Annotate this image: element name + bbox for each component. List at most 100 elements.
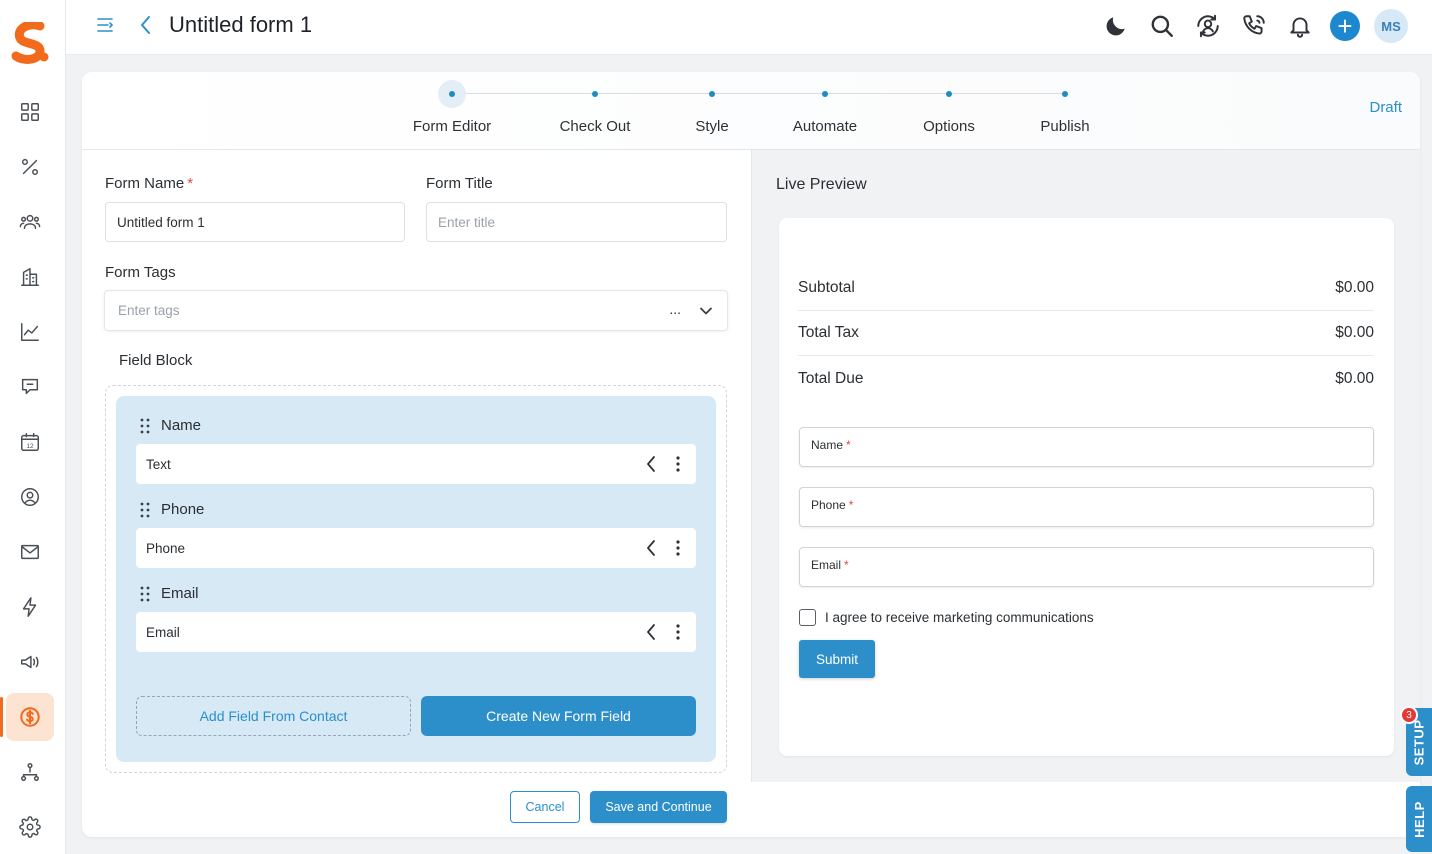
consent-checkbox[interactable] — [799, 609, 816, 626]
step-options[interactable]: Options — [899, 72, 999, 150]
step-check-out[interactable]: Check Out — [545, 72, 645, 150]
step-automate[interactable]: Automate — [775, 72, 875, 150]
help-tab[interactable]: HELP — [1406, 786, 1432, 852]
bell-icon — [1290, 17, 1310, 38]
drag-handle-icon[interactable] — [140, 586, 150, 602]
marketing-consent[interactable]: I agree to receive marketing communicati… — [799, 609, 1094, 626]
step-marker — [1051, 80, 1079, 108]
dark-mode-button[interactable] — [1100, 9, 1132, 43]
summary-label: Total Due — [798, 369, 864, 387]
bolt-icon — [22, 597, 37, 617]
nav-settings[interactable] — [6, 803, 54, 851]
nav-users[interactable] — [6, 198, 54, 246]
form-title-label: Form Title — [426, 175, 493, 192]
building-icon — [21, 268, 39, 286]
field-title-phone: Phone — [161, 501, 205, 518]
preview-phone-input[interactable]: Phone * — [799, 487, 1374, 527]
nav-automation[interactable] — [6, 583, 54, 631]
nav-conversations[interactable] — [6, 363, 54, 411]
chevron-left-icon[interactable] — [644, 539, 658, 557]
summary-row-total-due: Total Due $0.00 — [798, 356, 1374, 401]
nav-building[interactable] — [6, 253, 54, 301]
brand-logo[interactable] — [10, 22, 50, 66]
setup-tab-label: SETUP — [1411, 719, 1427, 765]
nav-marketing[interactable] — [6, 638, 54, 686]
form-title-input[interactable]: Enter title — [426, 202, 727, 242]
nav-email[interactable] — [6, 528, 54, 576]
form-tags-input[interactable]: Enter tags ... — [104, 290, 728, 331]
notifications-button[interactable] — [1284, 9, 1316, 43]
field-block-inner: Name Text Phone Phone Email Email Add Fi… — [116, 396, 716, 762]
step-style[interactable]: Style — [662, 72, 762, 150]
step-marker — [935, 80, 963, 108]
step-label: Options — [923, 118, 975, 135]
summary-row-total-tax: Total Tax $0.00 — [798, 311, 1374, 356]
more-vertical-icon[interactable] — [674, 623, 682, 641]
chevron-down-icon[interactable] — [699, 304, 713, 318]
chevron-left-icon[interactable] — [644, 455, 658, 473]
svg-text:12: 12 — [26, 443, 34, 450]
avatar[interactable]: MS — [1374, 9, 1408, 43]
preview-submit-button[interactable]: Submit — [799, 640, 875, 678]
form-tags-label: Form Tags — [105, 264, 176, 281]
summary-value: $0.00 — [1335, 324, 1374, 341]
back-arrow-icon[interactable] — [136, 14, 156, 36]
field-item-email[interactable]: Email — [136, 612, 696, 652]
nav-sites[interactable] — [6, 748, 54, 796]
drag-handle-icon[interactable] — [140, 502, 150, 518]
add-field-from-contact-button[interactable]: Add Field From Contact — [136, 696, 411, 736]
save-and-continue-button[interactable]: Save and Continue — [590, 791, 727, 823]
dashboard-icon — [21, 103, 39, 121]
menu-toggle-icon[interactable] — [96, 15, 116, 35]
input-label: Name — [811, 438, 844, 452]
sync-user-button[interactable] — [1192, 9, 1224, 43]
step-marker — [698, 80, 726, 108]
form-name-label: Form Name * — [105, 175, 194, 192]
field-block-title: Field Block — [119, 352, 193, 369]
step-form-editor[interactable]: Form Editor — [402, 72, 502, 150]
input-label: Email — [811, 558, 842, 572]
chevron-left-icon[interactable] — [644, 623, 658, 641]
field-item-name[interactable]: Text — [136, 444, 696, 484]
calendar-icon: 12 — [21, 433, 39, 451]
nav-reports[interactable] — [6, 308, 54, 356]
field-item-phone[interactable]: Phone — [136, 528, 696, 568]
create-new-form-field-button[interactable]: Create New Form Field — [421, 696, 696, 736]
add-button[interactable]: + — [1330, 11, 1360, 41]
consent-label: I agree to receive marketing communicati… — [825, 610, 1094, 625]
field-block: Name Text Phone Phone Email Email Add Fi… — [105, 385, 727, 773]
moon-icon — [1106, 17, 1125, 36]
user-circle-icon — [21, 488, 39, 506]
more-vertical-icon[interactable] — [674, 455, 682, 473]
nav-payments[interactable] — [0, 693, 54, 741]
preview-name-input[interactable]: Name * — [799, 427, 1374, 467]
phone-button[interactable] — [1238, 9, 1270, 43]
setup-badge: 3 — [1400, 706, 1418, 724]
tags-placeholder: Enter tags — [118, 303, 180, 318]
live-preview-title: Live Preview — [776, 176, 867, 193]
live-preview-panel: Live Preview Subtotal $0.00 Total Tax $0… — [751, 150, 1420, 782]
search-button[interactable] — [1146, 9, 1178, 43]
drag-handle-icon[interactable] — [140, 418, 150, 434]
step-publish[interactable]: Publish — [1015, 72, 1115, 150]
more-vertical-icon[interactable] — [674, 539, 682, 557]
step-label: Automate — [792, 118, 858, 135]
mail-icon — [21, 544, 39, 560]
tags-more[interactable]: ... — [669, 301, 681, 317]
page-title: Untitled form 1 — [169, 12, 313, 37]
nav-contacts[interactable] — [6, 473, 54, 521]
chat-icon — [21, 378, 39, 395]
preview-email-input[interactable]: Email * — [799, 547, 1374, 587]
users-icon — [19, 214, 41, 230]
nav-calendar[interactable]: 12 — [6, 418, 54, 466]
step-label: Form Editor — [412, 118, 492, 135]
cancel-button[interactable]: Cancel — [510, 791, 580, 823]
field-type: Email — [146, 624, 180, 640]
form-name-input[interactable]: Untitled form 1 — [105, 202, 405, 242]
field-type: Phone — [146, 540, 186, 556]
chart-line-icon — [21, 323, 39, 341]
nav-dashboard[interactable] — [6, 88, 54, 136]
top-actions: + MS — [1100, 9, 1408, 43]
summary-row-subtotal: Subtotal $0.00 — [798, 266, 1374, 311]
nav-percent[interactable] — [6, 143, 54, 191]
